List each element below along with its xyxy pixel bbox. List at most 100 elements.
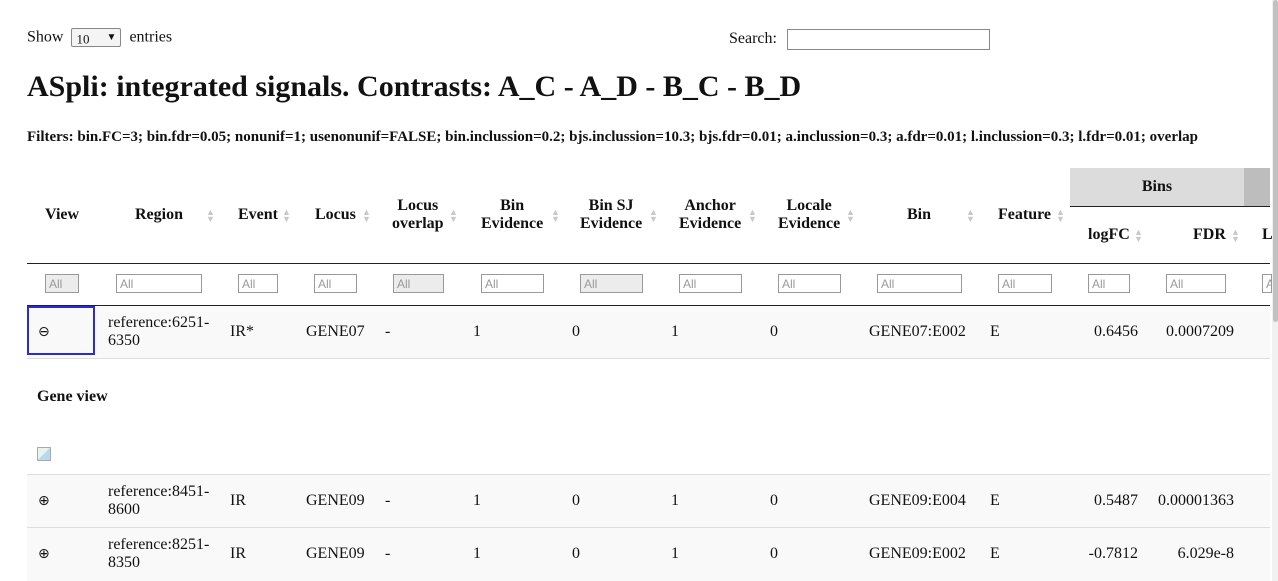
sort-arrows-icon[interactable]: ▲ ▼ (748, 208, 757, 224)
filter-input-truncated[interactable]: All (1262, 274, 1278, 293)
filter-input-anchor-evidence[interactable]: All (679, 274, 742, 293)
sort-arrows-icon[interactable]: ▲ ▼ (362, 208, 371, 224)
locus-cell: GENE07 (306, 323, 365, 340)
filter-input-bin-sj-evidence: All (580, 274, 643, 293)
column-header-line: overlap (392, 215, 444, 232)
group-header-next (1244, 168, 1270, 206)
column-header-locus[interactable]: Locus (315, 206, 356, 224)
bin-evidence-cell: 1 (473, 323, 481, 340)
locus-overlap-cell: - (385, 323, 391, 340)
column-header-locus-overlap[interactable]: Locus overlap (392, 197, 444, 233)
anchor-evidence-cell: 1 (671, 323, 679, 340)
filter-input-locus-overlap: All (393, 274, 444, 293)
event-cell: IR (230, 545, 246, 562)
expand-row-icon[interactable]: ⊕ (38, 545, 50, 563)
header-divider (27, 263, 1270, 264)
sort-arrows-icon[interactable]: ▲ ▼ (282, 208, 291, 224)
column-header-line: Evidence (580, 215, 643, 232)
feature-cell: E (990, 545, 1000, 562)
region-cell-line2: 8350 (108, 554, 140, 571)
sort-arrows-icon[interactable]: ▲ ▼ (551, 208, 560, 224)
feature-cell: E (990, 323, 1000, 340)
group-header-divider (1070, 206, 1270, 207)
region-cell-line1: reference:6251- (108, 314, 210, 331)
sort-arrows-icon[interactable]: ▲ ▼ (449, 208, 458, 224)
filter-input-bin[interactable]: All (877, 274, 962, 293)
bin-sj-evidence-cell: 0 (572, 492, 580, 509)
expand-row-icon[interactable]: ⊕ (38, 492, 50, 510)
bin-sj-evidence-cell: 0 (572, 323, 580, 340)
column-header-logfc[interactable]: logFC (1088, 226, 1130, 244)
bin-cell: GENE07:E002 (869, 323, 966, 340)
column-header-view: View (45, 206, 80, 223)
filter-input-logfc[interactable]: All (1088, 274, 1130, 293)
filter-input-view: All (45, 274, 79, 293)
gene-view-heading: Gene view (37, 388, 108, 405)
filter-input-event[interactable]: All (238, 274, 278, 293)
sort-arrows-icon[interactable]: ▲ ▼ (846, 208, 855, 224)
locale-evidence-cell: 0 (770, 545, 778, 562)
sort-arrows-icon[interactable]: ▲ ▼ (966, 208, 975, 224)
region-cell-line1: reference:8451- (108, 483, 210, 500)
dropdown-caret-icon: ▼ (106, 32, 117, 43)
column-header-line: Locale (786, 197, 832, 214)
row-divider (27, 358, 1270, 359)
scrollbar-thumb[interactable] (1273, 0, 1278, 322)
column-header-bin-sj-evidence[interactable]: Bin SJ Evidence (580, 197, 642, 233)
logfc-cell: -0.7812 (1088, 545, 1138, 562)
filter-input-locus[interactable]: All (314, 274, 357, 293)
sort-arrows-icon[interactable]: ▲ ▼ (649, 208, 658, 224)
event-cell: IR* (230, 323, 254, 340)
collapse-icon[interactable]: ⊖ (38, 323, 50, 341)
entries-select[interactable]: 10 ▼ (71, 28, 122, 47)
column-header-line: Anchor (684, 197, 736, 214)
filter-input-fdr[interactable]: All (1166, 274, 1226, 293)
group-header-bins-label: Bins (1141, 178, 1173, 195)
show-label: Show (27, 28, 64, 46)
anchor-evidence-cell: 1 (671, 492, 679, 509)
filter-input-region[interactable]: All (116, 274, 202, 293)
column-header-fdr[interactable]: FDR (1193, 226, 1226, 244)
filters-summary: Filters: bin.FC=3; bin.fdr=0.05; nonunif… (27, 129, 1198, 145)
sort-arrows-icon[interactable]: ▲ ▼ (206, 208, 215, 224)
column-header-line: Evidence (778, 215, 841, 232)
locus-cell: GENE09 (306, 492, 365, 509)
column-header-locale-evidence[interactable]: Locale Evidence (778, 197, 840, 233)
sort-arrows-icon[interactable]: ▲ ▼ (1056, 208, 1065, 224)
column-header-region[interactable]: Region (135, 206, 183, 224)
column-header-feature[interactable]: Feature (998, 206, 1051, 224)
locus-overlap-cell: - (385, 492, 391, 509)
bin-cell: GENE09:E004 (869, 492, 966, 509)
column-header-line: Bin SJ (588, 197, 634, 214)
logfc-cell: 0.5487 (1094, 492, 1138, 509)
bin-evidence-cell: 1 (473, 492, 481, 509)
column-header-line: Bin (500, 197, 525, 214)
column-header-bin-evidence[interactable]: Bin Evidence (481, 197, 543, 233)
entries-label: entries (129, 28, 173, 46)
show-entries-control: Show 10 ▼ entries (27, 28, 172, 47)
region-cell-line1: reference:8251- (108, 536, 210, 553)
region-cell-line2: 8600 (108, 501, 140, 518)
column-header-anchor-evidence[interactable]: Anchor Evidence (679, 197, 741, 233)
feature-cell: E (990, 492, 1000, 509)
locale-evidence-cell: 0 (770, 323, 778, 340)
filter-input-locale-evidence[interactable]: All (778, 274, 841, 293)
locus-overlap-cell: - (385, 545, 391, 562)
column-header-line: Evidence (481, 215, 544, 232)
logfc-cell: 0.6456 (1094, 323, 1138, 340)
anchor-evidence-cell: 1 (671, 545, 679, 562)
bin-sj-evidence-cell: 0 (572, 545, 580, 562)
locus-cell: GENE09 (306, 545, 365, 562)
bin-evidence-cell: 1 (473, 545, 481, 562)
search-input[interactable] (786, 29, 990, 50)
filter-input-feature[interactable]: All (998, 274, 1052, 293)
sort-arrows-icon[interactable]: ▲ ▼ (1231, 228, 1240, 244)
fdr-cell: 0.0007209 (1166, 323, 1234, 340)
column-header-bin[interactable]: Bin (907, 206, 931, 224)
bin-cell: GENE09:E002 (869, 545, 966, 562)
sort-arrows-icon[interactable]: ▲ ▼ (1134, 228, 1143, 244)
column-header-event[interactable]: Event (238, 206, 278, 224)
locale-evidence-cell: 0 (770, 492, 778, 509)
filter-input-bin-evidence[interactable]: All (481, 274, 544, 293)
region-cell-line2: 6350 (108, 332, 140, 349)
